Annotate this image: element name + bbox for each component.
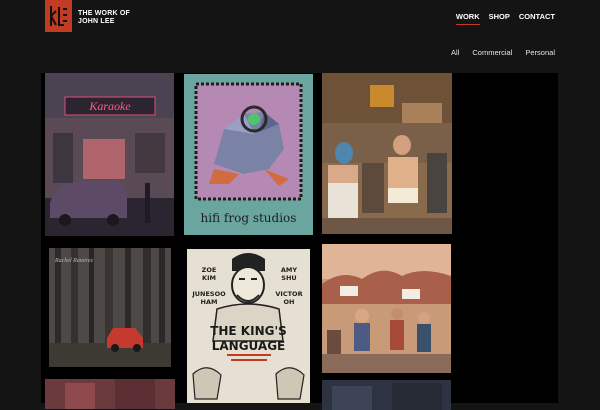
filter-all[interactable]: All <box>451 48 459 57</box>
poster-name-left-1: ZOE <box>202 266 217 274</box>
hifi-frog-artwork: hifi frog studios <box>184 74 313 235</box>
filter-commercial[interactable]: Commercial <box>472 48 512 57</box>
protest-artwork <box>322 244 451 373</box>
poster-name-right-1: AMY <box>281 266 297 274</box>
gallery-item-kings-language[interactable]: ZOE KIM JUNESOO HAM AMY SHU VICTOR OH TH… <box>187 249 310 403</box>
partial-left-artwork <box>45 379 175 409</box>
poster-name-left-2: KIM <box>202 274 216 282</box>
filter-bar: All Commercial Personal <box>451 48 555 57</box>
nav-shop[interactable]: SHOP <box>489 12 510 24</box>
hifi-frog-caption: hifi frog studios <box>201 211 297 225</box>
poster-title-line1: THE KING'S <box>210 324 287 338</box>
gallery-item-partial-left[interactable] <box>45 379 175 409</box>
partial-right-artwork <box>322 380 451 410</box>
poster-name-right-3: VICTOR <box>275 290 302 298</box>
filter-personal[interactable]: Personal <box>525 48 555 57</box>
site-title-line2: JOHN LEE <box>78 18 115 25</box>
poster-name-right-2: SHU <box>281 274 296 282</box>
gallery-item-karaoke[interactable]: Karaoke <box>45 73 174 236</box>
crowd-artwork <box>322 73 452 234</box>
gallery-item-partial-right[interactable] <box>322 380 451 410</box>
gallery-item-hifi-frog[interactable]: hifi frog studios <box>184 74 313 235</box>
logo-mark-icon <box>49 6 67 26</box>
nav-contact[interactable]: CONTACT <box>519 12 555 24</box>
forest-signature: Rachel Ramirez <box>54 258 94 264</box>
poster-name-right-4: OH <box>284 298 295 306</box>
main-nav: WORK SHOP CONTACT <box>455 12 555 25</box>
kings-language-poster: ZOE KIM JUNESOO HAM AMY SHU VICTOR OH TH… <box>187 249 310 403</box>
gallery-item-protest[interactable] <box>322 244 451 373</box>
gallery-item-crowd[interactable] <box>322 73 452 234</box>
nav-work[interactable]: WORK <box>455 12 480 25</box>
site-title-line1: THE WORK OF <box>78 10 130 17</box>
logo[interactable] <box>45 0 72 32</box>
forest-artwork: Rachel Ramirez <box>49 248 171 367</box>
gallery-item-forest[interactable]: Rachel Ramirez <box>49 248 171 367</box>
poster-title-line2: LANGUAGE <box>212 339 286 353</box>
gallery-grid: Karaoke hifi frog studios Rachel Ramirez… <box>41 73 558 410</box>
poster-name-left-3: JUNESOO <box>191 290 226 298</box>
karaoke-sign-text: Karaoke <box>88 99 131 113</box>
site-title[interactable]: THE WORK OF JOHN LEE <box>78 10 130 26</box>
karaoke-artwork: Karaoke <box>45 73 174 236</box>
poster-name-left-4: HAM <box>201 298 218 306</box>
